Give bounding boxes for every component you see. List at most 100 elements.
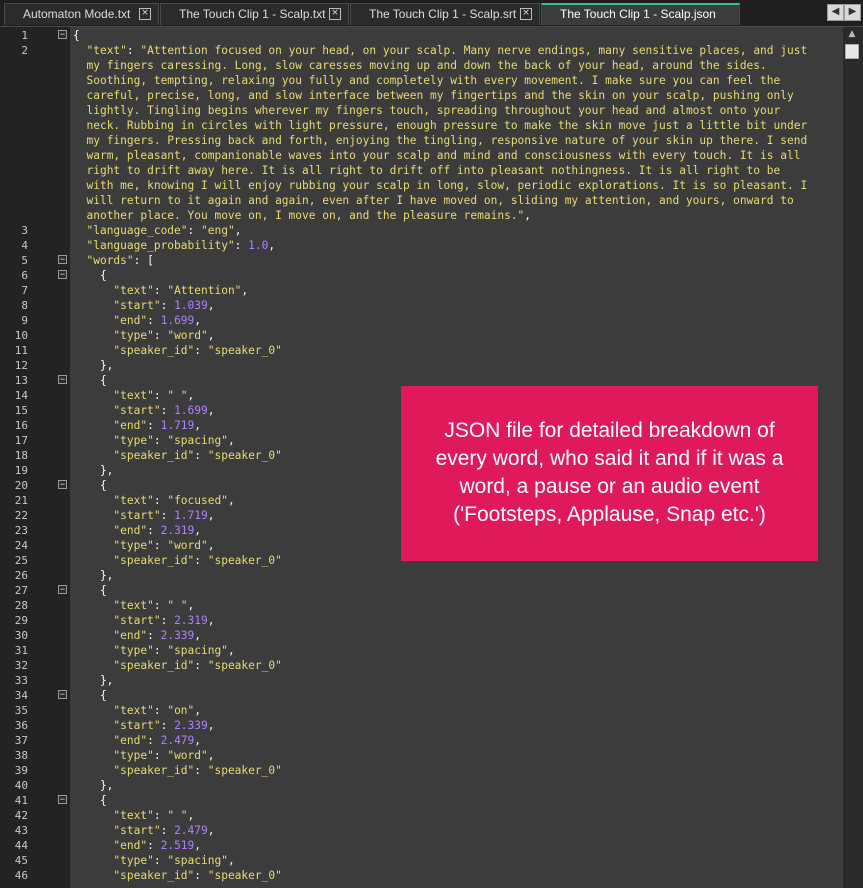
line-number: 41 — [14, 794, 28, 807]
line-number: 4 — [21, 239, 28, 252]
code-text[interactable]: "speaker_id": "speaker_0" — [70, 658, 846, 673]
code-text[interactable]: }, — [70, 568, 846, 583]
code-text[interactable]: "speaker_id": "speaker_0" — [70, 868, 846, 883]
code-text[interactable]: neck. Rubbing in circles with light pres… — [70, 118, 846, 133]
line-number: 1 — [21, 29, 28, 42]
code-text[interactable]: "end": 1.699, — [70, 313, 846, 328]
code-text[interactable]: "text": "on", — [70, 703, 846, 718]
code-line: 7 "text": "Attention", — [0, 283, 863, 298]
code-text[interactable]: "type": "word", — [70, 748, 846, 763]
code-text[interactable]: "text": "Attention", — [70, 283, 846, 298]
line-number: 29 — [14, 614, 28, 627]
code-text[interactable]: lightly. Tingling begins wherever my fin… — [70, 103, 846, 118]
code-text[interactable]: my fingers caressing. Long, slow caresse… — [70, 58, 846, 73]
code-text[interactable]: "type": "spacing", — [70, 643, 846, 658]
close-icon[interactable]: × — [329, 8, 341, 20]
tab-label: The Touch Clip 1 - Scalp.txt — [179, 7, 326, 21]
code-text[interactable]: "text": " ", — [70, 598, 846, 613]
scroll-tabs-right-icon[interactable]: ▶ — [844, 4, 861, 21]
code-text[interactable]: "start": 1.039, — [70, 298, 846, 313]
line-number: 11 — [14, 344, 28, 357]
code-text[interactable]: will return to it again and again, even … — [70, 193, 846, 208]
line-number: 37 — [14, 734, 28, 747]
code-text[interactable]: "speaker_id": "speaker_0" — [70, 763, 846, 778]
code-text[interactable]: "text": "Attention focused on your head,… — [70, 43, 846, 58]
fold-toggle-icon[interactable]: − — [58, 270, 67, 280]
line-number: 8 — [21, 299, 28, 312]
fold-toggle-icon[interactable]: − — [58, 480, 67, 490]
code-text[interactable]: "type": "spacing", — [70, 853, 846, 868]
code-text[interactable]: warm, pleasant, companionable waves into… — [70, 148, 846, 163]
code-line: 1 −{ — [0, 28, 863, 43]
code-text[interactable]: "start": 2.479, — [70, 823, 846, 838]
code-text[interactable]: "language_code": "eng", — [70, 223, 846, 238]
code-text[interactable]: "end": 2.519, — [70, 838, 846, 853]
code-line: 10 "type": "word", — [0, 328, 863, 343]
code-text[interactable]: "end": 2.479, — [70, 733, 846, 748]
code-line: 29 "start": 2.319, — [0, 613, 863, 628]
code-line: 39 "speaker_id": "speaker_0" — [0, 763, 863, 778]
code-text[interactable]: "start": 2.319, — [70, 613, 846, 628]
code-line: neck. Rubbing in circles with light pres… — [0, 118, 863, 133]
code-text[interactable]: }, — [70, 358, 846, 373]
code-text[interactable]: "words": [ — [70, 253, 846, 268]
code-line: 9 "end": 1.699, — [0, 313, 863, 328]
tab-scalp-srt[interactable]: The Touch Clip 1 - Scalp.srt × — [350, 3, 540, 25]
code-line: 30 "end": 2.339, — [0, 628, 863, 643]
code-text[interactable]: with me, knowing I will enjoy rubbing yo… — [70, 178, 846, 193]
scroll-tabs-left-icon[interactable]: ◀ — [827, 4, 844, 21]
tab-scalp-json[interactable]: The Touch Clip 1 - Scalp.json — [541, 3, 740, 25]
code-text[interactable]: careful, precise, long, and slow interfa… — [70, 88, 846, 103]
callout-line: ('Footsteps, Applause, Snap etc.') — [453, 503, 766, 526]
tab-scalp-txt[interactable]: The Touch Clip 1 - Scalp.txt × — [160, 3, 349, 25]
code-line: 45 "type": "spacing", — [0, 853, 863, 868]
code-text[interactable]: "type": "word", — [70, 328, 846, 343]
tab-label: Automaton Mode.txt — [23, 7, 131, 21]
code-line: 27 − { — [0, 583, 863, 598]
code-line: 4 "language_probability": 1.0, — [0, 238, 863, 253]
code-line: 31 "type": "spacing", — [0, 643, 863, 658]
code-text[interactable]: "text": " ", — [70, 808, 846, 823]
code-text[interactable]: Soothing, tempting, relaxing you fully a… — [70, 73, 846, 88]
fold-toggle-icon[interactable]: − — [58, 795, 67, 805]
line-number: 18 — [14, 449, 28, 462]
line-number: 12 — [14, 359, 28, 372]
code-text[interactable]: { — [70, 793, 846, 808]
code-text[interactable]: }, — [70, 778, 846, 793]
line-number: 23 — [14, 524, 28, 537]
code-line: careful, precise, long, and slow interfa… — [0, 88, 863, 103]
code-text[interactable]: my fingers. Pressing back and forth, enj… — [70, 133, 846, 148]
code-text[interactable]: "language_probability": 1.0, — [70, 238, 846, 253]
code-line: Soothing, tempting, relaxing you fully a… — [0, 73, 863, 88]
line-number: 46 — [14, 869, 28, 882]
fold-toggle-icon[interactable]: − — [58, 255, 67, 265]
code-text[interactable]: { — [70, 583, 846, 598]
code-text[interactable]: { — [70, 268, 846, 283]
callout-line: every word, who said it and if it was a — [435, 447, 784, 470]
code-text[interactable]: }, — [70, 673, 846, 688]
fold-toggle-icon[interactable]: − — [58, 30, 67, 40]
code-line: 36 "start": 2.339, — [0, 718, 863, 733]
code-text[interactable]: { — [70, 28, 846, 43]
code-line: 8 "start": 1.039, — [0, 298, 863, 313]
line-number: 35 — [14, 704, 28, 717]
line-number: 34 — [14, 689, 28, 702]
line-number: 28 — [14, 599, 28, 612]
code-text[interactable]: "speaker_id": "speaker_0" — [70, 343, 846, 358]
fold-toggle-icon[interactable]: − — [58, 375, 67, 385]
close-icon[interactable]: × — [520, 8, 532, 20]
line-number: 30 — [14, 629, 28, 642]
line-number: 15 — [14, 404, 28, 417]
fold-toggle-icon[interactable]: − — [58, 690, 67, 700]
code-text[interactable]: another place. You move on, I move on, a… — [70, 208, 846, 223]
tab-automaton-mode-txt[interactable]: Automaton Mode.txt × — [4, 3, 159, 25]
code-text[interactable]: "end": 2.339, — [70, 628, 846, 643]
fold-toggle-icon[interactable]: − — [58, 585, 67, 595]
line-number: 25 — [14, 554, 28, 567]
code-line: 26 }, — [0, 568, 863, 583]
code-text[interactable]: "start": 2.339, — [70, 718, 846, 733]
code-text[interactable]: { — [70, 688, 846, 703]
code-text[interactable]: right to drift away here. It is all righ… — [70, 163, 846, 178]
close-icon[interactable]: × — [139, 8, 151, 20]
line-number: 22 — [14, 509, 28, 522]
